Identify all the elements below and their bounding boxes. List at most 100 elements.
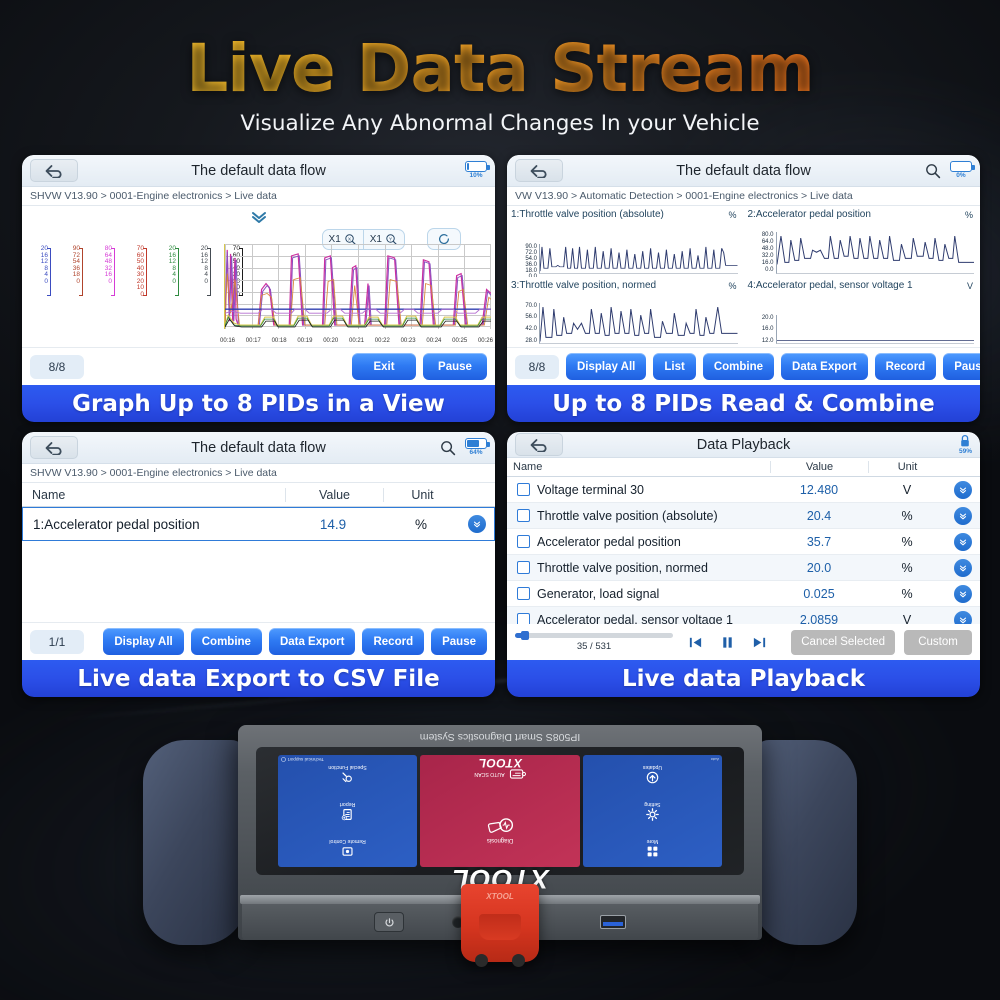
expand-icon[interactable] xyxy=(954,610,972,624)
table-row[interactable]: Generator, load signal 0.025 % xyxy=(507,581,980,607)
screen-badge: Auto xyxy=(710,757,719,762)
pause-button[interactable]: Pause xyxy=(943,353,980,380)
display-all-button[interactable]: Display All xyxy=(103,628,184,655)
mini-chart[interactable]: 1:Throttle valve position (absolute) % 9… xyxy=(507,206,744,277)
pause-button[interactable]: Pause xyxy=(431,628,487,655)
mini-chart[interactable]: 4:Accelerator pedal, sensor voltage 1 V … xyxy=(744,277,981,348)
device-grip-left xyxy=(143,740,247,945)
device-screen-combine: The default data flow 0% VW V13.90 > Aut… xyxy=(507,155,980,385)
back-arrow-icon xyxy=(45,164,62,178)
expand-icon[interactable] xyxy=(954,558,972,577)
titlebar: The default data flow 64% xyxy=(22,432,495,464)
back-button[interactable] xyxy=(30,436,78,459)
expand-icon[interactable] xyxy=(954,506,972,525)
table-row[interactable]: Throttle valve position (absolute) 20.4 … xyxy=(507,503,980,529)
playback-position: 35 / 531 xyxy=(576,640,612,652)
connector-brand: XTOOL xyxy=(486,892,514,901)
column-header-unit: Unit xyxy=(383,487,461,502)
y-axis: 20 16 12 8 4 0 xyxy=(26,245,52,298)
table-row[interactable]: Voltage terminal 30 12.480 V xyxy=(507,477,980,503)
chevron-down-icon[interactable] xyxy=(250,210,268,229)
control-bar: 8/8 Exit Pause xyxy=(22,347,495,385)
playback-slider[interactable]: 35 / 531 xyxy=(515,630,673,652)
table-row[interactable]: Accelerator pedal, sensor voltage 1 2.08… xyxy=(507,607,980,624)
battery-percent: 10% xyxy=(469,172,483,180)
search-icon[interactable] xyxy=(925,163,941,179)
back-button[interactable] xyxy=(515,159,563,182)
usb-port xyxy=(600,915,626,929)
previous-icon[interactable] xyxy=(688,635,703,650)
power-button[interactable] xyxy=(374,912,404,932)
exit-button[interactable]: Exit xyxy=(352,353,416,380)
tile-setting[interactable]: Setting xyxy=(583,792,722,829)
record-button[interactable]: Record xyxy=(874,353,937,380)
graph-body: X1 X X1 Y 20 16 12 8 4 0 90 72 54 36 18 0 xyxy=(22,206,495,347)
tile-label: Report xyxy=(339,801,356,808)
row-checkbox[interactable] xyxy=(517,535,530,548)
tile-more[interactable]: More xyxy=(583,830,722,867)
custom-button[interactable]: Custom xyxy=(904,629,972,655)
technical-support-link[interactable]: Technical support xyxy=(281,757,324,762)
panel-caption: Graph Up to 8 PIDs in a View xyxy=(22,385,495,422)
tile-diagnosis-main[interactable]: Diagnosis xyxy=(420,792,580,867)
row-value: 12.480 xyxy=(799,482,839,497)
row-unit: % xyxy=(901,560,913,575)
x-tick: 00:23 xyxy=(400,338,416,344)
row-checkbox[interactable] xyxy=(517,613,530,624)
list-button[interactable]: List xyxy=(653,353,696,380)
tile-diagnosis[interactable]: Diagnosis AUTO SCAN XTOOL xyxy=(420,755,580,867)
mini-plot xyxy=(775,314,974,344)
table-row[interactable]: Throttle valve position, normed 20.0 % xyxy=(507,555,980,581)
display-all-button[interactable]: Display All xyxy=(566,353,647,380)
row-checkbox[interactable] xyxy=(517,561,530,574)
column-header-name: Name xyxy=(32,487,66,502)
x-tick: 00:16 xyxy=(220,338,236,344)
row-name: Accelerator pedal position xyxy=(537,534,681,549)
row-checkbox[interactable] xyxy=(517,587,530,600)
mini-chart[interactable]: 2:Accelerator pedal position % 80.0 64.0 … xyxy=(744,206,981,277)
back-button[interactable] xyxy=(30,159,78,182)
technical-support-label: Technical support xyxy=(287,757,324,762)
tile-updates[interactable]: Updates xyxy=(583,755,722,792)
expand-icon[interactable] xyxy=(954,480,972,499)
battery-percent: 64% xyxy=(469,449,483,457)
table-header: Name Value Unit xyxy=(507,458,980,477)
expand-icon[interactable] xyxy=(468,515,486,533)
tile-report[interactable]: Report xyxy=(278,792,417,829)
tile-remote-control[interactable]: Remote Control xyxy=(278,830,417,867)
expand-icon[interactable] xyxy=(954,532,972,551)
row-checkbox[interactable] xyxy=(517,483,530,496)
special-function-icon xyxy=(342,772,352,782)
device-home-screen: More Setting Updates Auto Diagnosis AUTO… xyxy=(277,755,722,867)
pause-icon[interactable] xyxy=(720,635,735,650)
combine-button[interactable]: Combine xyxy=(702,353,775,380)
data-export-button[interactable]: Data Export xyxy=(268,628,356,655)
y-axis-group: 20 16 12 8 4 0 90 72 54 36 18 0 80 64 48 32 16 0 70 60 50… xyxy=(26,245,244,298)
record-button[interactable]: Record xyxy=(362,628,425,655)
table-row[interactable]: 1:Accelerator pedal position 14.9 % xyxy=(22,507,495,541)
remote-control-icon xyxy=(342,847,353,857)
control-bar: 8/8 Display All List Combine Data Export… xyxy=(507,347,980,385)
column-header-name: Name xyxy=(513,461,543,473)
row-checkbox[interactable] xyxy=(517,509,530,522)
row-value: 2.0859 xyxy=(799,612,839,625)
table-row[interactable]: Accelerator pedal position 35.7 % xyxy=(507,529,980,555)
expand-icon[interactable] xyxy=(954,584,972,603)
mini-chart-title: 4:Accelerator pedal, sensor voltage 1 xyxy=(747,279,913,291)
report-icon xyxy=(341,809,352,821)
data-export-button[interactable]: Data Export xyxy=(781,353,868,380)
back-arrow-icon xyxy=(530,438,547,452)
row-unit: V xyxy=(902,482,912,497)
combine-button[interactable]: Combine xyxy=(190,628,262,655)
cancel-selected-button[interactable]: Cancel Selected xyxy=(791,629,895,655)
lock-icon xyxy=(961,434,970,447)
back-button[interactable] xyxy=(515,433,563,456)
titlebar-title: The default data flow xyxy=(191,162,326,179)
search-icon[interactable] xyxy=(440,440,456,456)
y-axis: 706050403020100 xyxy=(122,245,148,298)
pause-button[interactable]: Pause xyxy=(423,353,487,380)
live-graph[interactable] xyxy=(224,244,491,329)
slider-knob[interactable] xyxy=(521,630,530,640)
next-icon[interactable] xyxy=(752,635,767,650)
mini-chart[interactable]: 3:Throttle valve position, normed % 70.0… xyxy=(507,277,744,348)
